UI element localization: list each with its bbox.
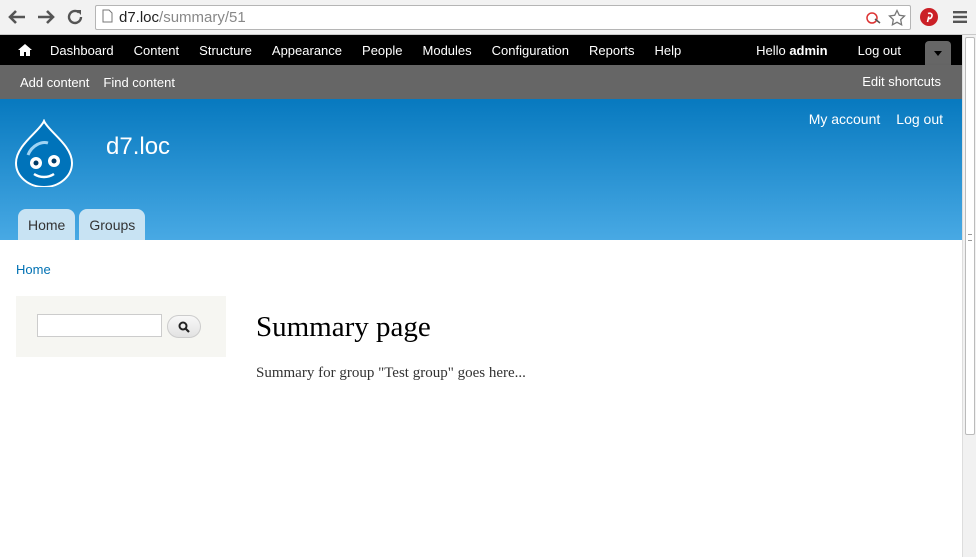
toolbar-username[interactable]: admin	[789, 43, 827, 58]
search-block	[16, 296, 226, 357]
caret-down-icon	[934, 50, 942, 56]
toolbar-dashboard[interactable]: Dashboard	[40, 43, 124, 58]
edit-shortcuts-link[interactable]: Edit shortcuts	[862, 74, 941, 89]
pinterest-icon[interactable]	[918, 6, 940, 28]
toolbar-people[interactable]: People	[352, 43, 412, 58]
address-bar[interactable]: d7.loc/summary/51	[95, 5, 911, 30]
page-body: Summary for group "Test group" goes here…	[256, 365, 526, 381]
drawer-toggle-button[interactable]	[925, 41, 951, 65]
toolbar-logout[interactable]: Log out	[848, 43, 911, 58]
search-input[interactable]	[37, 314, 162, 337]
extension-icon[interactable]	[866, 11, 882, 28]
tab-groups[interactable]: Groups	[79, 209, 146, 240]
site-header: d7.loc My account Log out Home Groups	[0, 99, 962, 240]
toolbar-modules[interactable]: Modules	[413, 43, 482, 58]
browser-toolbar: d7.loc/summary/51	[0, 0, 976, 35]
shortcut-add-content[interactable]: Add content	[13, 75, 96, 90]
home-icon[interactable]	[10, 44, 40, 56]
shortcuts-bar: Add content Find content Edit shortcuts	[0, 65, 962, 99]
shortcut-find-content[interactable]: Find content	[96, 75, 182, 90]
search-button[interactable]	[167, 315, 201, 338]
toolbar-content[interactable]: Content	[124, 43, 190, 58]
toolbar-configuration[interactable]: Configuration	[482, 43, 579, 58]
scrollbar[interactable]	[962, 35, 976, 557]
menu-icon[interactable]	[949, 6, 971, 28]
site-name[interactable]: d7.loc	[106, 133, 170, 161]
forward-icon[interactable]	[35, 6, 57, 28]
back-icon[interactable]	[6, 6, 28, 28]
header-logout-link[interactable]: Log out	[896, 111, 943, 127]
search-icon	[178, 321, 190, 333]
secondary-menu: My account Log out	[809, 111, 943, 127]
page-title: Summary page	[256, 311, 431, 343]
toolbar-greeting: Hello admin	[756, 42, 828, 58]
url-text: d7.loc/summary/51	[119, 9, 246, 26]
main-menu: Home Groups	[18, 209, 146, 240]
bookmark-star-icon[interactable]	[888, 8, 906, 30]
drupal-logo-icon[interactable]	[14, 118, 74, 188]
breadcrumb-home[interactable]: Home	[16, 262, 51, 277]
scrollbar-thumb[interactable]	[965, 37, 975, 435]
toolbar-reports[interactable]: Reports	[579, 43, 645, 58]
my-account-link[interactable]: My account	[809, 111, 881, 127]
toolbar-structure[interactable]: Structure	[189, 43, 262, 58]
page-icon	[102, 9, 113, 26]
tab-home[interactable]: Home	[18, 209, 76, 240]
reload-icon[interactable]	[64, 6, 86, 28]
toolbar-help[interactable]: Help	[645, 43, 692, 58]
toolbar-appearance[interactable]: Appearance	[262, 43, 352, 58]
admin-toolbar: Dashboard Content Structure Appearance P…	[0, 35, 962, 65]
